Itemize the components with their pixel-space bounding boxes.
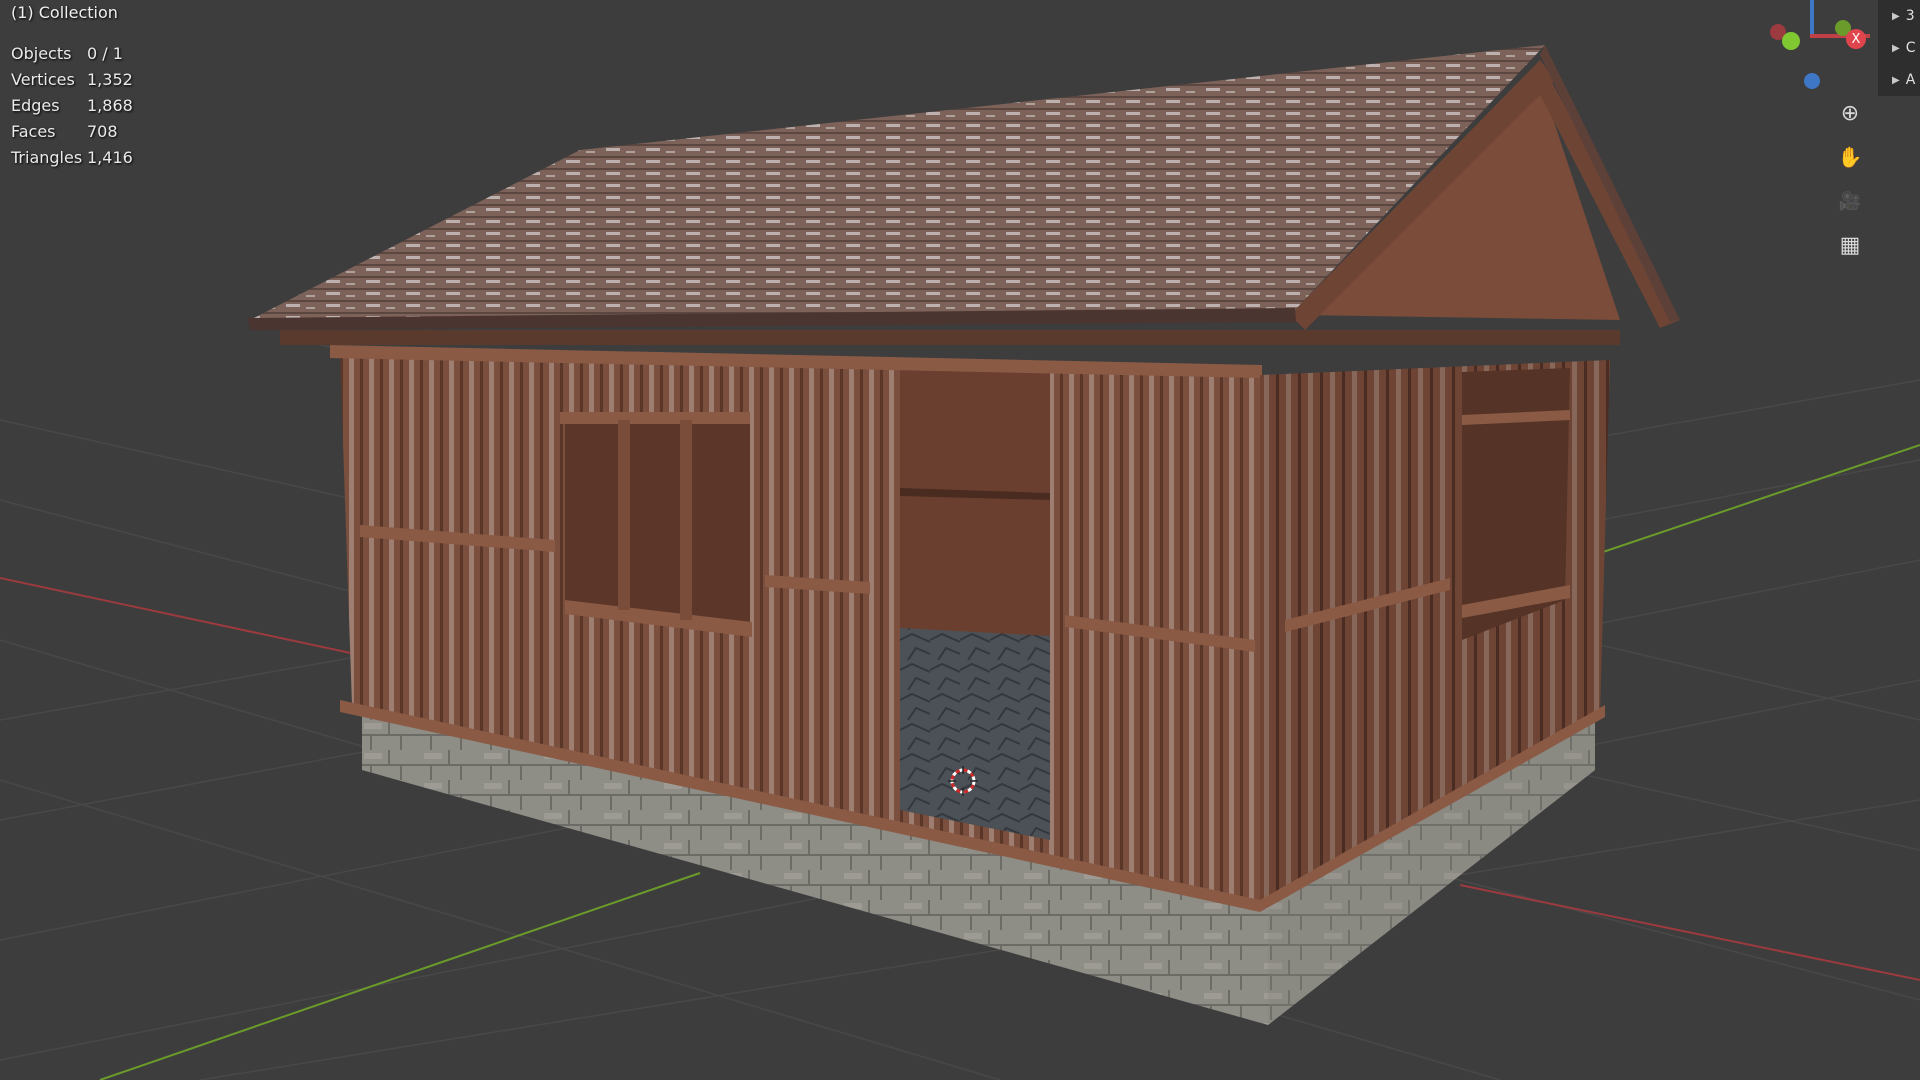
stat-value: 1,416	[87, 148, 133, 167]
stat-value: 1,352	[87, 70, 133, 89]
stat-objects: Objects 0 / 1	[11, 44, 133, 70]
stat-triangles: Triangles 1,416	[11, 148, 133, 174]
3d-viewport[interactable]: (1) Collection Objects 0 / 1 Vertices 1,…	[0, 0, 1920, 1080]
scene-statistics: Objects 0 / 1 Vertices 1,352 Edges 1,868…	[11, 44, 133, 174]
stat-faces: Faces 708	[11, 122, 133, 148]
y-axis-dot[interactable]	[1782, 32, 1800, 50]
stat-value: 0 / 1	[87, 44, 123, 63]
stat-edges: Edges 1,868	[11, 96, 133, 122]
z-axis-line	[1810, 0, 1814, 36]
navigation-gizmo[interactable]: X	[1740, 0, 1880, 100]
grid-icon[interactable]: ▦	[1832, 227, 1868, 263]
zoom-icon[interactable]: ⊕	[1832, 95, 1868, 131]
neg-z-axis-dot[interactable]	[1804, 73, 1820, 89]
stat-value: 708	[87, 122, 118, 141]
hand-icon[interactable]: ✋	[1832, 139, 1868, 175]
collection-label: (1) Collection	[11, 3, 118, 22]
stat-label: Triangles	[11, 148, 83, 167]
outliner-item-label: C	[1905, 40, 1916, 56]
x-axis-label: X	[1851, 31, 1861, 47]
x-axis-dot[interactable]: X	[1846, 29, 1866, 49]
stat-label: Vertices	[11, 70, 75, 89]
outliner-item[interactable]: ▶ A	[1878, 64, 1920, 96]
3d-cursor-icon[interactable]	[948, 766, 978, 796]
outliner-item-label: 3	[1905, 8, 1915, 24]
camera-icon[interactable]: 🎥	[1832, 183, 1868, 219]
outliner-item-label: A	[1905, 72, 1916, 88]
stat-label: Edges	[11, 96, 60, 115]
scene-render	[0, 0, 1920, 1080]
outliner-item[interactable]: ▶ 3	[1878, 0, 1920, 32]
outliner-item[interactable]: ▶ C	[1878, 32, 1920, 64]
stat-value: 1,868	[87, 96, 133, 115]
stat-label: Objects	[11, 44, 72, 63]
viewport-navigation-tools: ⊕ ✋ 🎥 ▦	[1832, 95, 1872, 271]
stat-label: Faces	[11, 122, 56, 141]
expand-arrow-icon[interactable]: ▶	[1892, 75, 1900, 86]
stat-vertices: Vertices 1,352	[11, 70, 133, 96]
expand-arrow-icon[interactable]: ▶	[1892, 43, 1900, 54]
expand-arrow-icon[interactable]: ▶	[1892, 11, 1900, 22]
outliner-panel-edge: ▶ 3 ▶ C ▶ A	[1878, 0, 1920, 96]
